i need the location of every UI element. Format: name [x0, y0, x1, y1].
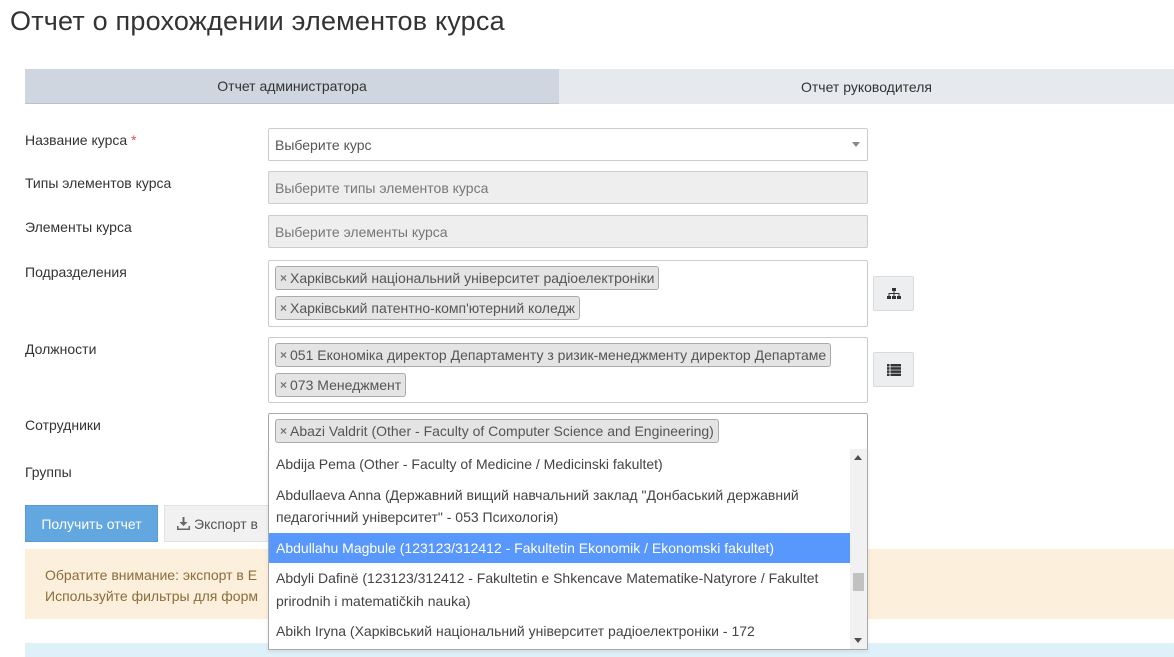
positions-label: Должности — [25, 341, 97, 357]
employees-label: Сотрудники — [25, 417, 101, 433]
employee-option-highlighted[interactable]: Abdullahu Magbule (123123/312412 - Fakul… — [269, 532, 850, 563]
scroll-up-arrow-icon[interactable] — [854, 455, 862, 460]
departments-tree-button[interactable] — [873, 276, 914, 311]
positions-select[interactable]: × 051 Економіка директор Департаменту з р… — [268, 337, 868, 403]
dropdown-scrollbar[interactable] — [850, 449, 867, 649]
departments-label: Подразделения — [25, 264, 127, 280]
employee-chip[interactable]: × Abazi Valdrit (Other - Faculty of Compu… — [275, 419, 719, 443]
positions-list-button[interactable] — [873, 352, 914, 387]
download-icon — [177, 517, 190, 530]
employee-option[interactable]: Abdullaeva Anna (Державний вищий навчаль… — [269, 480, 850, 533]
position-chip[interactable]: × 073 Менеджмент — [275, 373, 407, 397]
element-types-label: Типы элементов курса — [25, 175, 172, 191]
remove-icon[interactable]: × — [280, 348, 287, 362]
export-button-label: Экспорт в — [194, 515, 258, 532]
remove-icon[interactable]: × — [280, 424, 287, 438]
employee-option[interactable]: Abdija Pema (Other - Faculty of Medicine… — [269, 449, 850, 480]
tab-admin-report[interactable]: Отчет администратора — [25, 69, 559, 104]
scrollbar-thumb[interactable] — [853, 573, 864, 591]
employee-option[interactable]: Abikh Iryna (Харківський національний ун… — [269, 616, 850, 647]
employees-option-list: Abdija Pema (Other - Faculty of Medicine… — [269, 449, 850, 647]
element-types-select[interactable]: Выберите типы элементов курса — [268, 171, 868, 204]
report-tabs: Отчет администратора Отчет руководителя — [25, 69, 1174, 104]
sitemap-icon — [886, 287, 901, 299]
chevron-down-icon — [852, 142, 860, 147]
remove-icon[interactable]: × — [280, 301, 287, 315]
course-name-label-text: Название курса — [25, 132, 128, 148]
course-select[interactable]: Выберите курс — [268, 128, 868, 161]
page-title: Отчет о прохождении элементов курса — [10, 6, 505, 36]
elements-label: Элементы курса — [25, 219, 132, 235]
course-select-placeholder: Выберите курс — [275, 136, 372, 153]
remove-icon[interactable]: × — [280, 271, 287, 285]
employees-select[interactable]: × Abazi Valdrit (Other - Faculty of Compu… — [268, 413, 868, 450]
element-types-placeholder: Выберите типы элементов курса — [275, 179, 489, 196]
employee-option[interactable]: Abdyli Dafinë (123123/312412 - Fakulteti… — [269, 563, 850, 616]
list-icon — [886, 363, 901, 376]
elements-placeholder: Выберите элементы курса — [275, 223, 448, 240]
position-chip[interactable]: × 051 Економіка директор Департаменту з р… — [275, 343, 832, 367]
export-button[interactable]: Экспорт в — [164, 505, 274, 542]
required-mark: * — [131, 132, 137, 148]
groups-label: Группы — [25, 464, 72, 480]
tab-manager-report[interactable]: Отчет руководителя — [559, 69, 1174, 104]
department-chip[interactable]: × Харківський патентно-комп'ютерний колед… — [275, 296, 580, 320]
course-name-label: Название курса * — [25, 132, 137, 148]
remove-icon[interactable]: × — [280, 378, 287, 392]
get-report-button[interactable]: Получить отчет — [25, 505, 158, 542]
scroll-down-arrow-icon[interactable] — [854, 638, 862, 643]
elements-select[interactable]: Выберите элементы курса — [268, 215, 868, 248]
departments-select[interactable]: × Харківський національний університет ра… — [268, 260, 868, 327]
department-chip[interactable]: × Харківський національний університет ра… — [275, 266, 660, 290]
employees-dropdown[interactable]: Abdija Pema (Other - Faculty of Medicine… — [268, 449, 868, 650]
